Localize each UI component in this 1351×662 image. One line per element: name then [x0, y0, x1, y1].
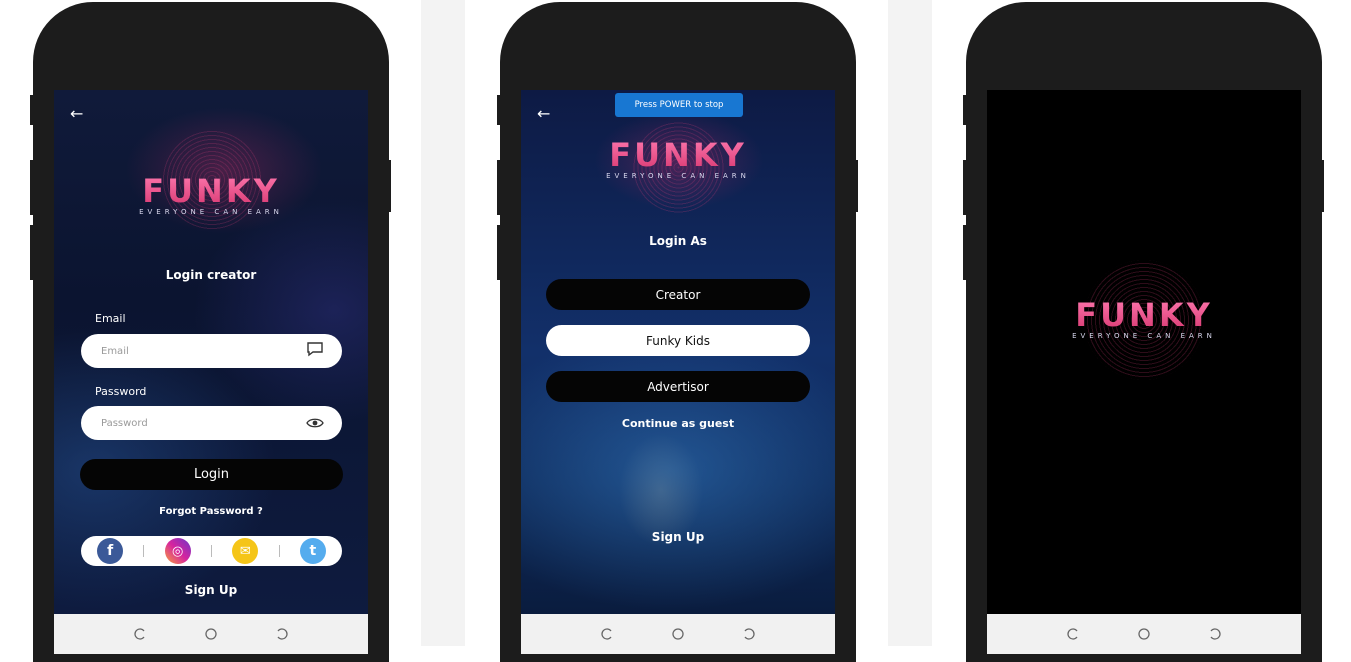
funky-logo: FUNKY EVERYONE CAN EARN [987, 296, 1301, 340]
creator-button[interactable]: Creator [546, 279, 810, 310]
password-field-wrapper [81, 406, 342, 440]
phone-frame: Press POWER to stop ← FUNKY EVERYONE CAN… [500, 2, 856, 662]
social-login-bar: f ◎ ✉ t [81, 536, 342, 566]
home-icon[interactable] [204, 627, 218, 641]
email-field-wrapper [81, 334, 342, 368]
phone-frame: ← FUNKY EVERYONE CAN EARN Login creator … [33, 2, 389, 662]
home-icon[interactable] [671, 627, 685, 641]
funky-kids-button[interactable]: Funky Kids [546, 325, 810, 356]
logo-tagline: EVERYONE CAN EARN [606, 172, 750, 180]
divider [210, 545, 212, 557]
mail-icon[interactable]: ✉ [232, 538, 259, 564]
instagram-icon[interactable]: ◎ [164, 538, 191, 564]
forgot-password-link[interactable]: Forgot Password ? [54, 506, 368, 517]
eye-icon[interactable] [306, 414, 324, 433]
splash-screen: FUNKY EVERYONE CAN EARN [987, 90, 1301, 614]
login-as-screen: Press POWER to stop ← FUNKY EVERYONE CAN… [521, 90, 835, 614]
recent-apps-icon[interactable] [600, 627, 614, 641]
divider [278, 545, 280, 557]
recent-apps-icon[interactable] [1066, 627, 1080, 641]
screen-record-toast[interactable]: Press POWER to stop [615, 93, 743, 117]
sign-up-link[interactable]: Sign Up [521, 530, 835, 544]
android-navbar [987, 614, 1301, 654]
recent-apps-icon[interactable] [133, 627, 147, 641]
logo-tagline: EVERYONE CAN EARN [139, 208, 283, 216]
twitter-icon[interactable]: t [299, 538, 326, 564]
back-nav-icon[interactable] [742, 627, 756, 641]
home-icon[interactable] [1137, 627, 1151, 641]
panel-gap [888, 0, 932, 646]
android-navbar [54, 614, 368, 654]
android-navbar [521, 614, 835, 654]
login-button[interactable]: Login [80, 459, 343, 490]
funky-logo: FUNKY EVERYONE CAN EARN [521, 136, 835, 180]
advertisor-button[interactable]: Advertisor [546, 371, 810, 402]
logo-word: FUNKY [54, 172, 368, 210]
phone-frame: FUNKY EVERYONE CAN EARN [966, 2, 1322, 662]
page-title: Login creator [165, 268, 257, 282]
back-nav-icon[interactable] [1208, 627, 1222, 641]
password-label: Password [95, 385, 147, 398]
email-label: Email [95, 312, 126, 325]
page-title: Login As [649, 234, 707, 248]
login-creator-screen: ← FUNKY EVERYONE CAN EARN Login creator … [54, 90, 368, 614]
divider [143, 545, 145, 557]
logo-tagline: EVERYONE CAN EARN [1072, 332, 1216, 340]
panel-gap [421, 0, 465, 646]
email-field[interactable] [99, 344, 283, 358]
message-icon [306, 341, 324, 361]
password-field[interactable] [99, 416, 283, 430]
sign-up-link[interactable]: Sign Up [54, 583, 368, 597]
facebook-icon[interactable]: f [97, 538, 124, 564]
funky-logo: FUNKY EVERYONE CAN EARN [54, 172, 368, 216]
logo-word: FUNKY [521, 136, 835, 174]
arrow-left-icon[interactable]: ← [537, 104, 550, 123]
logo-word: FUNKY [987, 296, 1301, 334]
arrow-left-icon[interactable]: ← [70, 104, 83, 123]
back-nav-icon[interactable] [275, 627, 289, 641]
continue-as-guest-link[interactable]: Continue as guest [521, 417, 835, 430]
